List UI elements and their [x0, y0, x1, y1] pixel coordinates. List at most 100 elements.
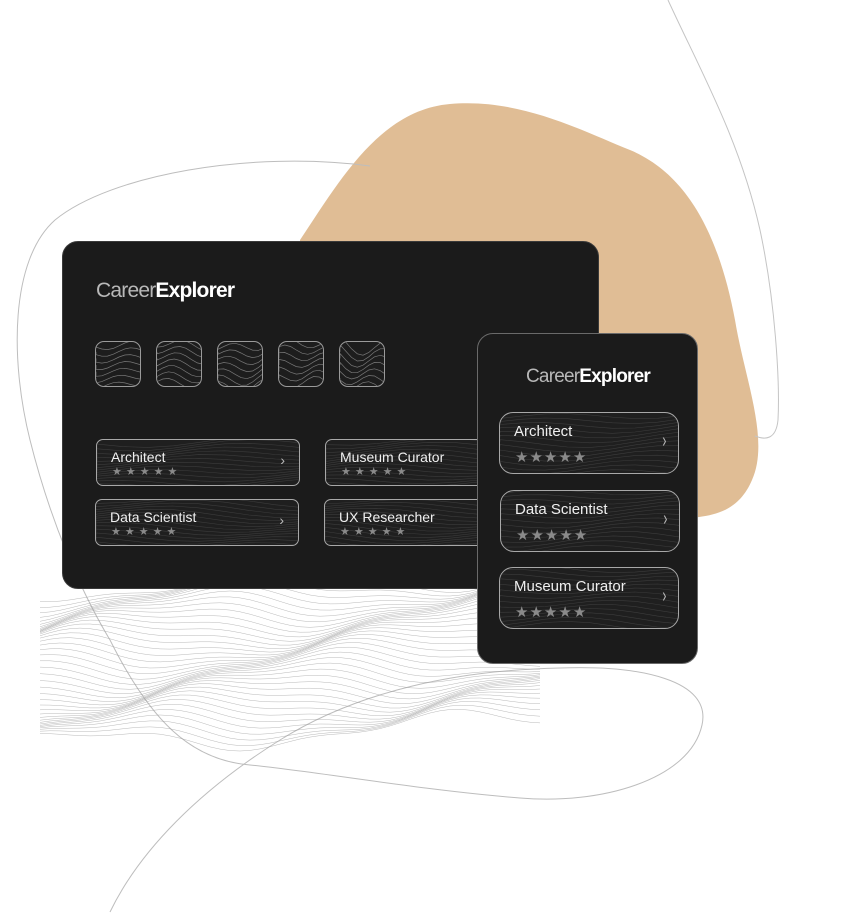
wave-line	[96, 541, 298, 545]
star-icon: ★	[530, 527, 544, 544]
pattern-icon	[218, 342, 262, 386]
job-title: Architect	[111, 449, 166, 465]
wave-line	[340, 344, 384, 362]
wave-line	[218, 379, 262, 386]
wave-line	[500, 621, 628, 628]
star-icon: ★	[573, 527, 588, 544]
star-icon: ★	[124, 526, 135, 538]
wave-line	[157, 365, 201, 378]
wave-line	[500, 469, 672, 473]
star-icon: ★	[367, 526, 378, 538]
star-icon: ★	[572, 604, 587, 621]
star-icon: ★	[368, 466, 379, 478]
category-thumbnail[interactable]	[278, 341, 324, 387]
chevron-right-icon: ›	[280, 452, 285, 468]
wave-line	[39, 617, 541, 653]
star-rating: ★ ★ ★ ★ ★	[341, 465, 406, 478]
job-title: Architect	[514, 423, 573, 440]
wave-line	[501, 493, 679, 500]
mobile-app-card: CareerExplorer Architect ★ ★ ★ ★ ★ › Data Sc…	[477, 333, 698, 664]
app-logo: CareerExplorer	[96, 279, 235, 303]
wave-line	[39, 651, 540, 694]
chevron-right-icon: ›	[662, 585, 667, 607]
wave-line	[279, 358, 323, 368]
wave-line	[157, 346, 201, 358]
category-thumbnail[interactable]	[217, 341, 263, 387]
category-thumbnail[interactable]	[156, 341, 202, 387]
star-rating: ★ ★ ★ ★ ★	[515, 448, 586, 466]
star-rating: ★ ★ ★ ★ ★	[515, 603, 586, 621]
star-icon: ★	[381, 526, 392, 538]
category-thumbnail[interactable]	[95, 341, 141, 387]
wave-line	[500, 568, 678, 573]
star-rating: ★ ★ ★ ★ ★	[516, 526, 587, 544]
star-icon: ★	[558, 604, 572, 621]
pattern-icon	[340, 342, 384, 386]
chevron-right-icon: ›	[663, 508, 668, 530]
star-icon: ★	[395, 526, 406, 538]
star-icon: ★	[340, 526, 350, 538]
star-icon: ★	[152, 526, 163, 538]
star-icon: ★	[111, 526, 121, 538]
job-card-museum-curator[interactable]: Museum Curator ★★★★★ ›	[499, 567, 679, 629]
job-title: UX Researcher	[339, 509, 435, 525]
star-icon: ★	[543, 449, 558, 466]
star-icon: ★	[354, 466, 365, 478]
wave-line	[279, 342, 323, 349]
job-card-data-scientist[interactable]: Data Scientist ★ ★ ★ ★ ★ ›	[95, 499, 299, 546]
star-icon: ★	[515, 604, 529, 621]
job-card-architect[interactable]: Architect ★ ★ ★ ★ ★ ›	[499, 412, 679, 474]
star-icon: ★	[396, 466, 407, 478]
chevron-right-icon: ›	[279, 512, 284, 528]
wave-line	[157, 371, 201, 384]
pattern-icon	[157, 342, 201, 386]
wave-line	[218, 342, 262, 351]
star-icon: ★	[138, 526, 149, 538]
star-icon: ★	[139, 466, 150, 478]
wave-line	[39, 657, 541, 699]
wave-line	[39, 697, 541, 735]
wave-line	[500, 413, 678, 419]
star-icon: ★	[544, 527, 559, 544]
logo-part-explorer: Explorer	[579, 366, 650, 387]
wave-line	[218, 374, 262, 386]
job-title: Data Scientist	[515, 501, 608, 518]
wave-line	[39, 694, 541, 729]
wave-line	[340, 361, 384, 374]
star-rating: ★ ★ ★ ★ ★	[340, 525, 405, 538]
app-logo: CareerExplorer	[526, 366, 651, 388]
wave-line	[279, 352, 323, 362]
logo-part-career: Career	[96, 279, 156, 302]
wave-line	[279, 369, 323, 382]
wave-line	[500, 595, 678, 604]
star-icon: ★	[572, 449, 587, 466]
star-icon: ★	[353, 526, 364, 538]
star-icon: ★	[529, 604, 543, 621]
star-icon: ★	[166, 526, 177, 538]
star-icon: ★	[558, 449, 572, 466]
job-title: Museum Curator	[514, 578, 626, 595]
job-title: Museum Curator	[340, 449, 445, 465]
job-card-data-scientist[interactable]: Data Scientist ★ ★ ★ ★ ★ ›	[500, 490, 680, 552]
wave-line	[40, 638, 541, 680]
wave-line	[218, 362, 262, 372]
category-thumbnails	[95, 341, 385, 387]
star-icon: ★	[112, 466, 122, 478]
category-thumbnail[interactable]	[339, 341, 385, 387]
wave-texture	[39, 563, 541, 752]
job-card-architect[interactable]: Architect ★ ★ ★ ★ ★ ›	[96, 439, 300, 486]
pattern-icon	[279, 342, 323, 386]
wave-line	[340, 368, 384, 380]
wave-line	[218, 355, 262, 365]
wave-line	[279, 363, 323, 375]
star-icon: ★	[543, 604, 558, 621]
wave-line	[501, 491, 679, 496]
wave-line	[340, 342, 384, 356]
wave-line	[39, 581, 541, 631]
star-icon: ★	[529, 449, 543, 466]
star-icon: ★	[382, 466, 393, 478]
wave-line	[39, 611, 541, 650]
star-rating: ★ ★ ★ ★ ★	[112, 465, 177, 478]
star-icon: ★	[515, 449, 529, 466]
wave-line	[96, 374, 140, 384]
